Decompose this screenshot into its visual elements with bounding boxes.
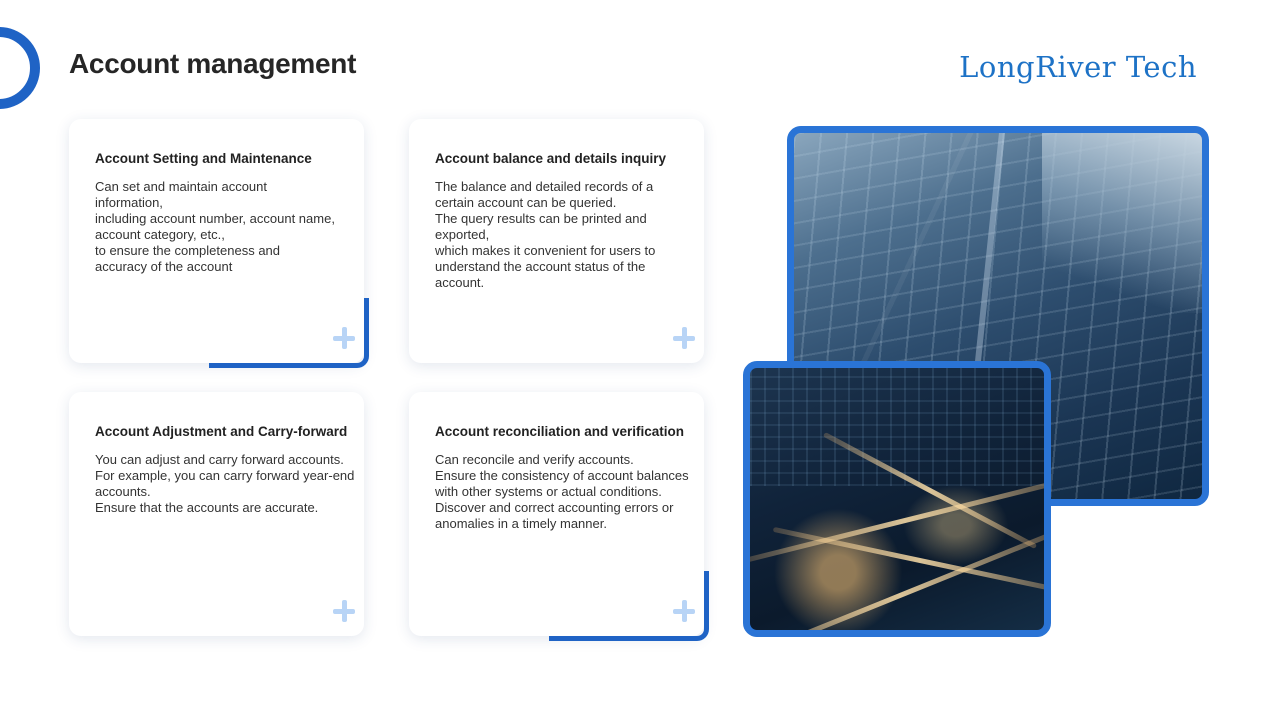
- card-reconciliation-verification: Account reconciliation and verification …: [409, 392, 709, 641]
- page-title: Account management: [69, 48, 357, 79]
- plus-icon: [333, 327, 355, 349]
- decorative-ring: [0, 27, 40, 109]
- card-title: Account reconciliation and verification: [435, 424, 685, 439]
- night-city-photo: [743, 361, 1051, 637]
- brand-logo-text: LongRiver Tech: [959, 50, 1197, 84]
- card-description: The balance and detailed records of a ce…: [435, 179, 656, 290]
- card-title: Account Setting and Maintenance: [95, 151, 312, 166]
- city-lights: [750, 368, 1044, 486]
- card-title: Account Adjustment and Carry-forward: [95, 424, 348, 439]
- plus-icon: [333, 600, 355, 622]
- card-adjustment-carry-forward: Account Adjustment and Carry-forward You…: [69, 392, 364, 636]
- highway-road: [772, 526, 1044, 595]
- card-balance-inquiry: Account balance and details inquiry The …: [409, 119, 704, 363]
- plus-icon: [673, 327, 695, 349]
- sky-highlight: [1042, 133, 1202, 313]
- card-account-setting: Account Setting and Maintenance Can set …: [69, 119, 369, 368]
- card-description: You can adjust and carry forward account…: [95, 452, 355, 515]
- card-description: Can reconcile and verify accounts. Ensur…: [435, 452, 689, 531]
- card-description: Can set and maintain account information…: [95, 179, 335, 274]
- card-title: Account balance and details inquiry: [435, 151, 667, 166]
- plus-icon: [673, 600, 695, 622]
